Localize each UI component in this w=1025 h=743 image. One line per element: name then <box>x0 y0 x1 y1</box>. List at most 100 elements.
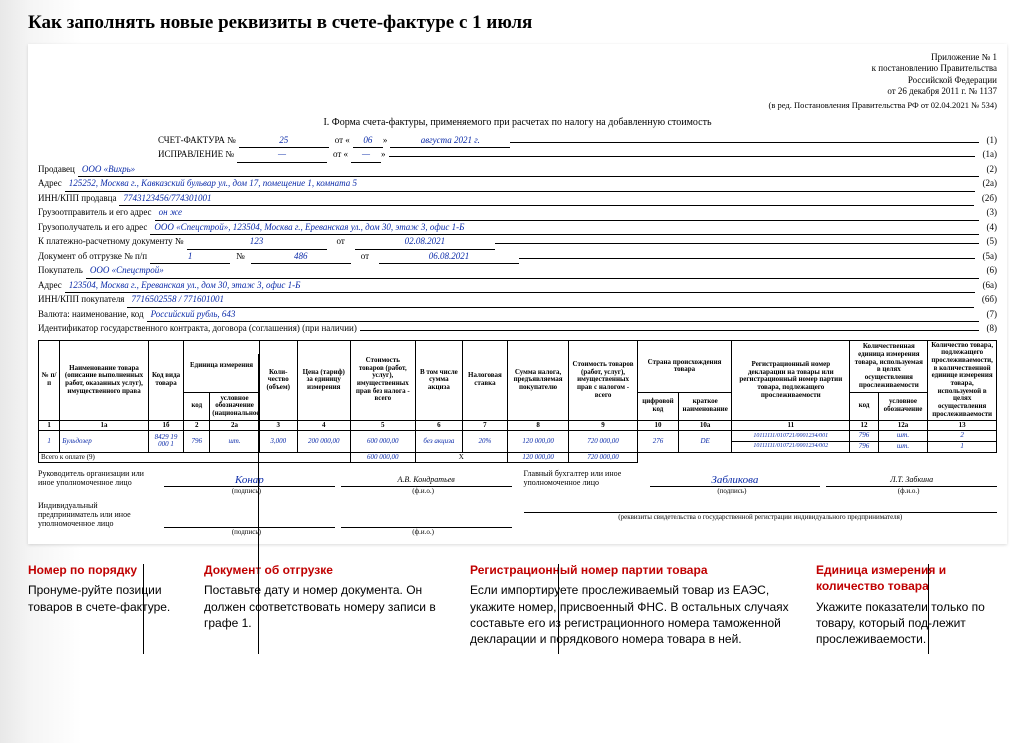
hint-body: Если импортируете прослеживаемый товар и… <box>470 582 790 647</box>
hint-body: Поставьте дату и номер документа. Он дол… <box>204 582 444 631</box>
invoice-day: 06 <box>353 134 383 149</box>
colnum: 5 <box>350 420 415 431</box>
corr-no: — <box>237 148 327 163</box>
th: условное обозначение (национальное) <box>210 392 260 420</box>
head-signature: Конар <box>164 474 335 487</box>
cell: DE <box>679 431 732 452</box>
colnum: 4 <box>297 420 350 431</box>
label: Адрес <box>38 177 65 191</box>
colnum: 13 <box>928 420 997 431</box>
label: Продавец <box>38 163 78 177</box>
colnum: 12 <box>850 420 878 431</box>
th: Налоговая ставка <box>462 340 507 420</box>
colnum: 1а <box>60 420 149 431</box>
correction-row: ИСПРАВЛЕНИЕ № — от « — » (1а) <box>158 148 997 163</box>
label: К платежно-расчетному документу № <box>38 235 187 249</box>
th: Регистрационный номер декларации на това… <box>732 340 850 420</box>
field-code: (7) <box>987 308 998 322</box>
label: Валюта: наименование, код <box>38 308 147 322</box>
cell: 1 <box>928 441 997 452</box>
addr-value: 125252, Москва г., Кавказский бульвар ул… <box>65 177 975 192</box>
cell: 1 <box>39 431 60 452</box>
ip-sign <box>164 516 335 528</box>
label: СЧЕТ-ФАКТУРА № <box>158 134 239 148</box>
label: № <box>230 250 251 264</box>
th: Наименование товара (описание выполненны… <box>60 340 149 420</box>
label: ИСПРАВЛЕНИЕ № <box>158 148 237 162</box>
hint-block: Единица измерения и количество товара Ук… <box>816 562 1016 647</box>
label: Грузополучатель и его адрес <box>38 221 150 235</box>
th: Коли-чество (объем) <box>259 340 297 420</box>
cell: 276 <box>637 431 678 452</box>
currency-row: Валюта: наименование, код Российский руб… <box>38 308 997 323</box>
label: » <box>381 148 389 162</box>
label: от <box>351 250 379 264</box>
sig-label: Индивидуальный предприниматель или иное … <box>38 501 158 528</box>
th: Стоимость товаров (работ, услуг), имущес… <box>569 340 638 420</box>
consignee-row: Грузополучатель и его адрес ООО «Спецстр… <box>38 221 997 236</box>
paydoc-row: К платежно-расчетному документу № 123 от… <box>38 235 997 250</box>
field-code: (3) <box>987 206 998 220</box>
shipdoc-date: 06.08.2021 <box>379 250 519 265</box>
colnum: 7 <box>462 420 507 431</box>
page-title: Как заполнять новые реквизиты в счете-фа… <box>0 0 1025 44</box>
label: ИНН/КПП покупателя <box>38 293 127 307</box>
annex-block: Приложение № 1 к постановлению Правитель… <box>38 52 997 111</box>
invoice-no: 25 <box>239 134 329 149</box>
ip-fio <box>341 516 512 528</box>
form-title: I. Форма счета-фактуры, применяемого при… <box>38 117 997 128</box>
annex-line: от 26 декабря 2011 г. № 1137 <box>38 86 997 97</box>
hint-body: Укажите показатели только по товару, кот… <box>816 599 1016 648</box>
cell: 796 <box>184 431 210 452</box>
field-code: (6а) <box>983 279 998 293</box>
cell: шт. <box>878 431 928 442</box>
field-code: (5) <box>987 235 998 249</box>
inn-value: 7743123456/774301001 <box>119 192 973 207</box>
hint-block: Регистрационный номер партии товара Если… <box>470 562 790 647</box>
cell: 600 000,00 <box>350 452 415 463</box>
label: Покупатель <box>38 264 86 278</box>
totals-label: Всего к оплате (9) <box>39 452 351 463</box>
sub: (подпись) <box>158 528 335 536</box>
amendment-note: (в ред. Постановления Правительства РФ о… <box>38 100 997 111</box>
cell: 2 <box>928 431 997 442</box>
sub: (подпись) <box>158 487 335 495</box>
corr-day: — <box>351 148 381 163</box>
header-fields: СЧЕТ-ФАКТУРА № 25 от « 06 » августа 2021… <box>38 134 997 336</box>
buyer-inn-row: ИНН/КПП покупателя 7716502558 / 77160100… <box>38 293 997 308</box>
cell: Х <box>415 452 507 463</box>
consignee-value: ООО «Спецстрой», 123504, Москва г., Ерев… <box>150 221 978 236</box>
label: » <box>383 134 391 148</box>
label: от « <box>327 148 351 162</box>
colnum: 11 <box>732 420 850 431</box>
field-code: (2б) <box>982 192 997 206</box>
invoice-month: августа 2021 г. <box>390 134 510 149</box>
paydoc-date: 02.08.2021 <box>355 235 495 250</box>
cell: 120 000,00 <box>507 452 568 463</box>
shipdoc-pp: 1 <box>150 250 230 265</box>
field-code: (5а) <box>983 250 998 264</box>
paydoc-no: 123 <box>187 235 327 250</box>
colnum: 8 <box>507 420 568 431</box>
head-fio: А.В. Кондратьев <box>341 475 512 487</box>
cell: 120 000,00 <box>507 431 568 452</box>
cell: 720 000,00 <box>569 452 638 463</box>
reg-slot <box>524 501 998 513</box>
acc-fio: Л.Т. Забкина <box>826 475 997 487</box>
buyer-value: ООО «Спецстрой» <box>86 264 979 279</box>
sub: (ф.и.о.) <box>335 528 512 536</box>
totals-row: Всего к оплате (9) 600 000,00 Х 120 000,… <box>39 452 997 463</box>
cell: шт. <box>210 431 260 452</box>
label: Идентификатор государственного контракта… <box>38 322 360 336</box>
seller-inn-row: ИНН/КПП продавца 7743123456/774301001 (2… <box>38 192 997 207</box>
baddr-value: 123504, Москва г., Ереванская ул., дом 3… <box>65 279 975 294</box>
colnum: 9 <box>569 420 638 431</box>
th: Страна происхождения товара <box>637 340 731 392</box>
sig-label: Главный бухгалтер или иное уполномоченно… <box>524 469 644 487</box>
hint-title: Регистрационный номер партии товара <box>470 562 790 578</box>
hint-block: Номер по порядку Пронуме-руйте позиции т… <box>28 562 178 647</box>
th: цифровой код <box>637 392 678 420</box>
cell: 20% <box>462 431 507 452</box>
field-code: (6) <box>987 264 998 278</box>
hint-title: Единица измерения и количество товара <box>816 562 1016 594</box>
